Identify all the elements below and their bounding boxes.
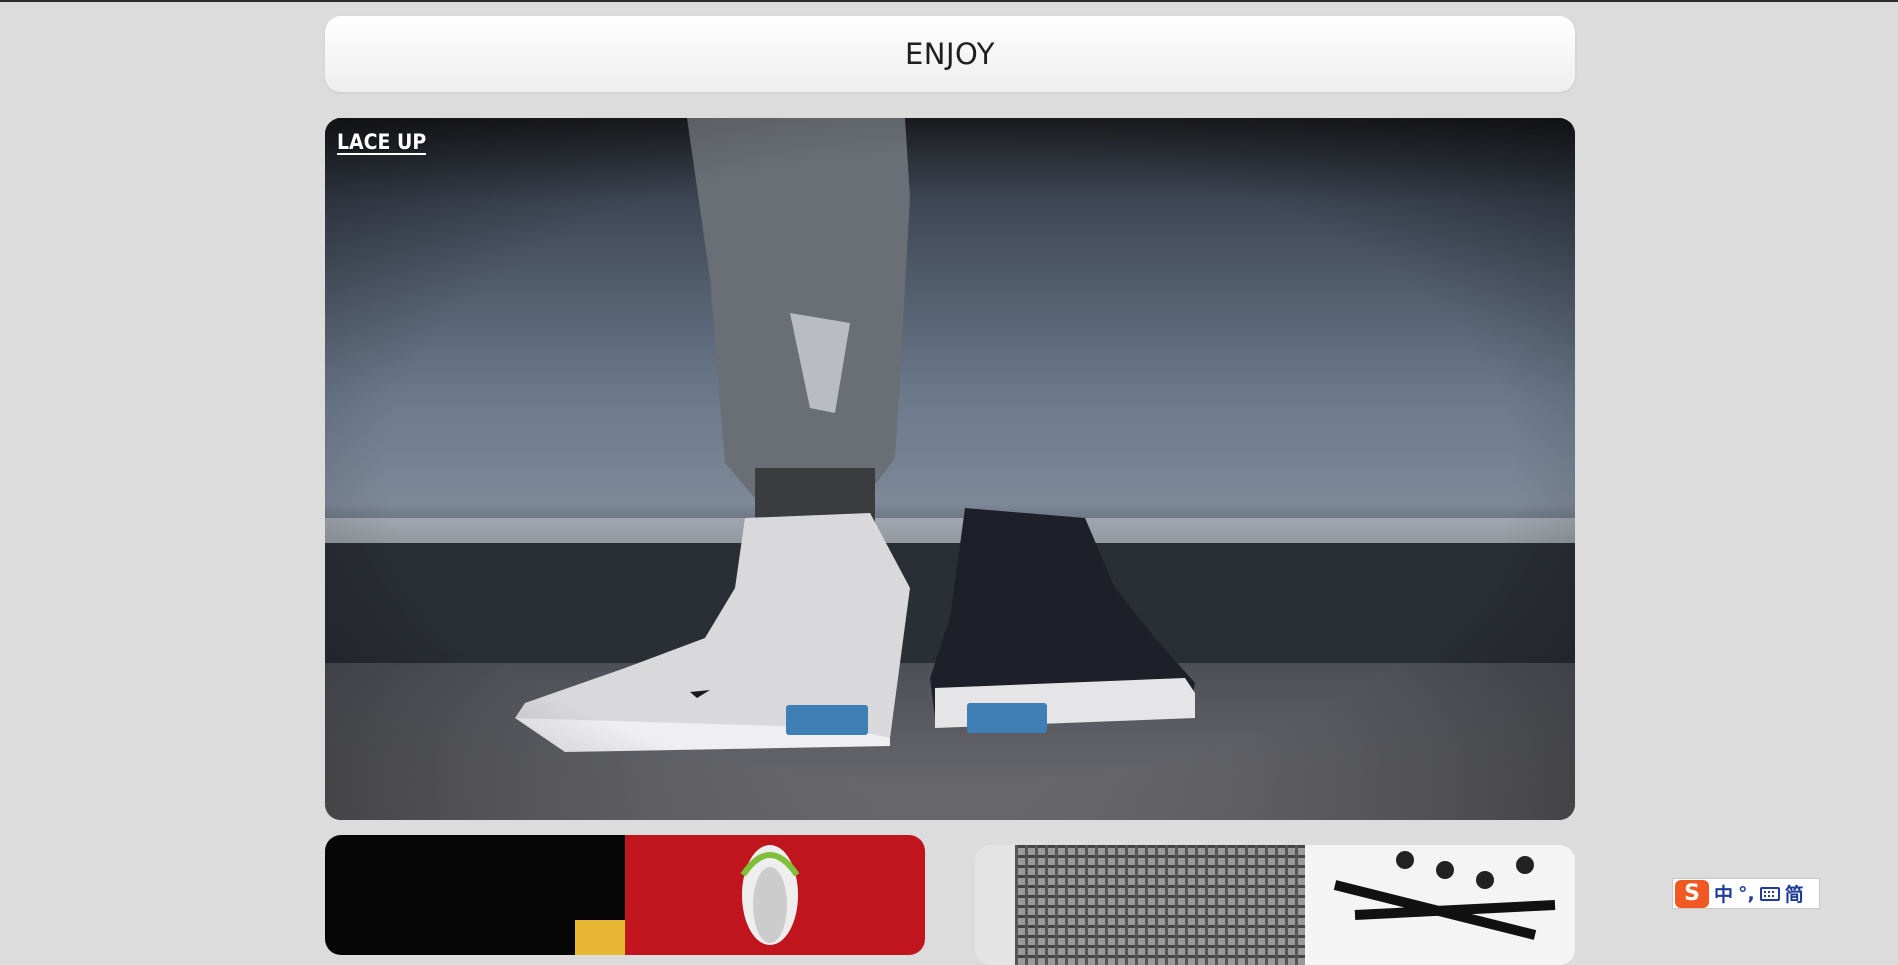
ime-language-toggle[interactable]: 中 <box>1714 880 1733 907</box>
product-image-left <box>325 835 925 955</box>
page-title: ENJOY <box>904 37 996 71</box>
product-card-left[interactable] <box>325 835 925 955</box>
brand-logo: LACE UP <box>337 130 427 155</box>
keyboard-icon[interactable] <box>1759 886 1780 901</box>
sneaker-photo <box>325 118 1575 820</box>
page-header: ENJOY <box>325 16 1575 92</box>
ime-mode-toggle[interactable]: 简 <box>1785 880 1804 907</box>
product-card-right[interactable] <box>975 845 1575 965</box>
ime-toolbar[interactable]: S 中 °, 简 <box>1672 878 1820 909</box>
ime-punctuation-toggle[interactable]: °, <box>1738 883 1755 905</box>
hero-image[interactable]: LACE UP <box>325 118 1575 820</box>
ime-logo-icon[interactable]: S <box>1675 879 1709 908</box>
product-image-right <box>975 845 1575 965</box>
